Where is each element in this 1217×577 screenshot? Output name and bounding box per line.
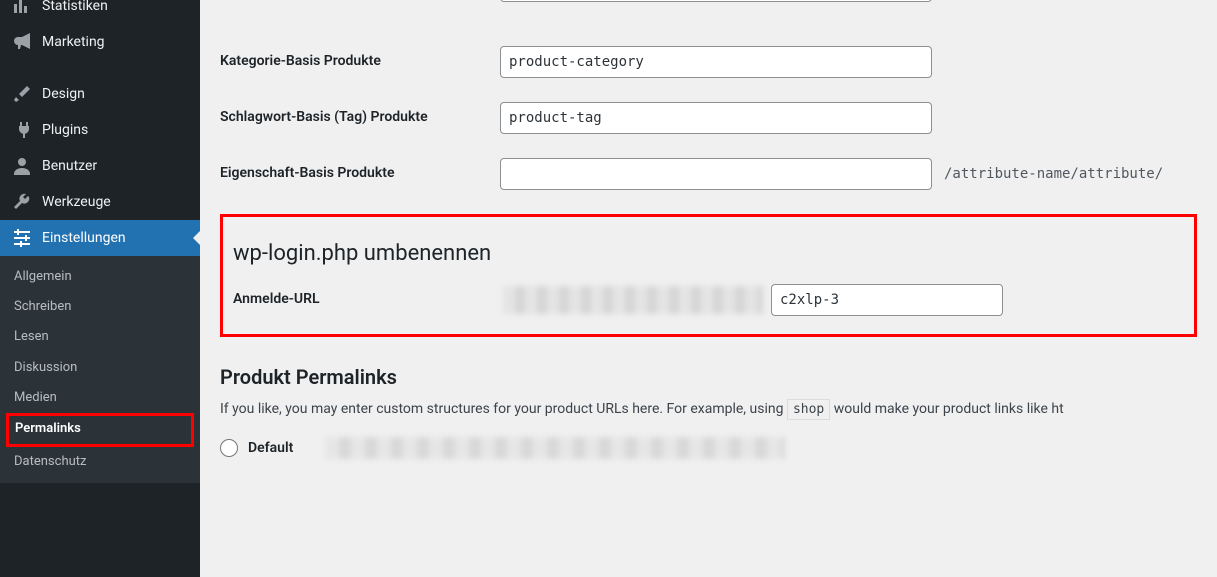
sidebar-item-benutzer[interactable]: Benutzer	[0, 148, 200, 184]
submenu-item-diskussion[interactable]: Diskussion	[0, 353, 200, 383]
rename-login-title: wp-login.php umbenennen	[233, 241, 1184, 266]
blurred-example-url	[325, 437, 785, 459]
sidebar-item-werkzeuge[interactable]: Werkzeuge	[0, 184, 200, 220]
permalink-option-default-label: Default	[248, 440, 293, 456]
sidebar-item-einstellungen[interactable]: Einstellungen	[0, 220, 200, 256]
megaphone-icon	[12, 32, 32, 52]
blurred-url-prefix	[503, 286, 763, 314]
sidebar-item-statistiken[interactable]: Statistiken	[0, 0, 200, 24]
sidebar-item-label: Einstellungen	[42, 230, 126, 246]
sidebar-item-label: Benutzer	[42, 158, 97, 174]
code-shop: shop	[787, 399, 830, 420]
rename-login-section: wp-login.php umbenennen Anmelde-URL	[220, 214, 1197, 337]
submenu-item-lesen[interactable]: Lesen	[0, 322, 200, 352]
clipped-input[interactable]	[500, 0, 932, 2]
wrench-icon	[12, 192, 32, 212]
permalink-option-default-row: Default	[220, 437, 1197, 459]
sidebar-item-label: Werkzeuge	[42, 194, 111, 210]
admin-sidebar: Statistiken Marketing Design Plugins Ben…	[0, 0, 200, 577]
submenu-item-permalinks[interactable]: Permalinks	[6, 413, 194, 447]
category-base-input[interactable]	[500, 46, 932, 78]
plug-icon	[12, 120, 32, 140]
product-permalinks-title: Produkt Permalinks	[220, 365, 1197, 389]
sidebar-item-label: Plugins	[42, 122, 88, 138]
sidebar-item-plugins[interactable]: Plugins	[0, 112, 200, 148]
attribute-base-label: Eigenschaft-Basis Produkte	[220, 158, 500, 184]
sidebar-item-label: Statistiken	[42, 0, 108, 14]
submenu-item-schreiben[interactable]: Schreiben	[0, 292, 200, 322]
tag-base-input[interactable]	[500, 102, 932, 134]
brush-icon	[12, 84, 32, 104]
submenu-item-allgemein[interactable]: Allgemein	[0, 262, 200, 292]
settings-panel: x Kategorie-Basis Produkte Schlagwort-Ba…	[200, 0, 1217, 577]
sidebar-item-label: Marketing	[42, 34, 105, 50]
login-url-label: Anmelde-URL	[233, 284, 503, 310]
permalink-option-default-radio[interactable]	[220, 439, 238, 457]
sliders-icon	[12, 228, 32, 248]
user-icon	[12, 156, 32, 176]
attribute-base-input[interactable]	[500, 158, 932, 190]
submenu-item-datenschutz[interactable]: Datenschutz	[0, 447, 200, 477]
tag-base-label: Schlagwort-Basis (Tag) Produkte	[220, 102, 500, 128]
settings-submenu: Allgemein Schreiben Lesen Diskussion Med…	[0, 256, 200, 483]
stats-icon	[12, 0, 32, 16]
product-permalinks-desc: If you like, you may enter custom struct…	[220, 401, 1197, 417]
sidebar-item-marketing[interactable]: Marketing	[0, 24, 200, 60]
attribute-base-hint: /attribute-name/attribute/	[932, 166, 1163, 182]
category-base-label: Kategorie-Basis Produkte	[220, 46, 500, 72]
login-url-input[interactable]	[771, 284, 1003, 316]
submenu-item-medien[interactable]: Medien	[0, 383, 200, 413]
sidebar-item-design[interactable]: Design	[0, 76, 200, 112]
sidebar-item-label: Design	[42, 86, 85, 102]
